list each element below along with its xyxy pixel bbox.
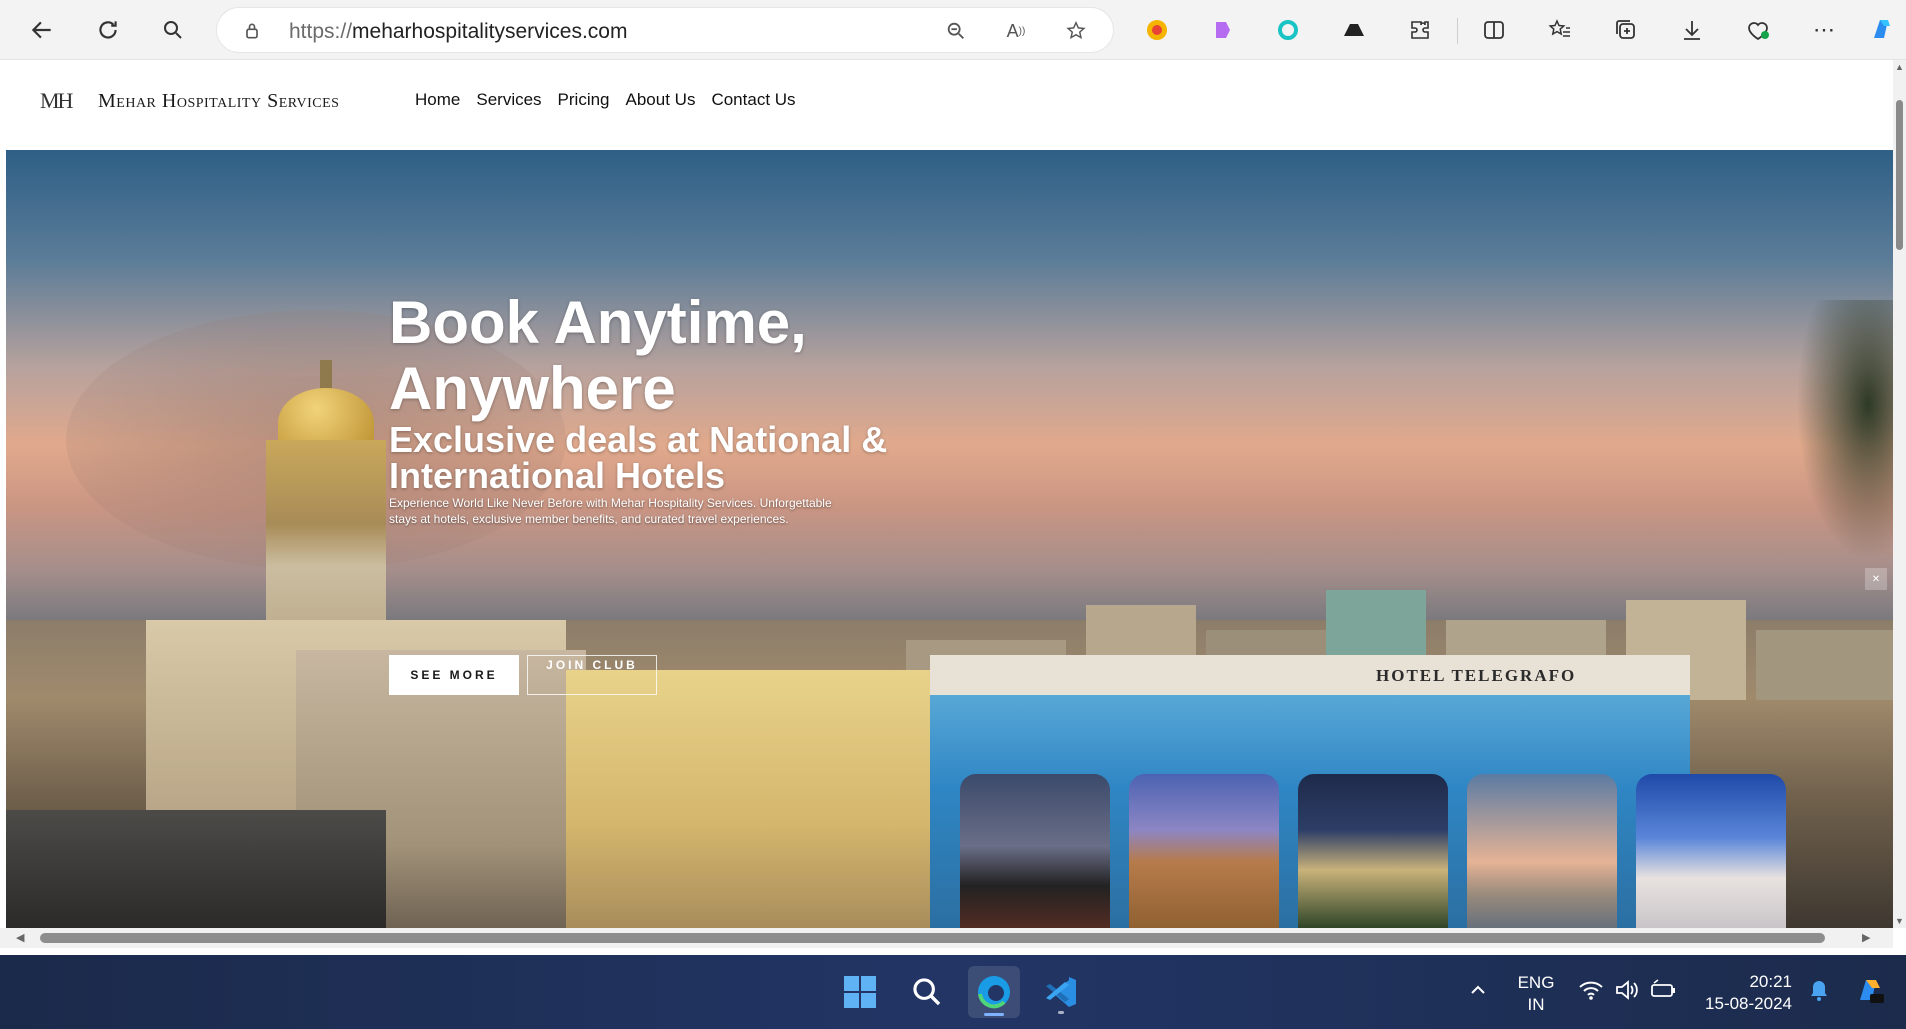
taskbar-vscode-icon[interactable] (1035, 966, 1087, 1018)
extension-dark-icon[interactable] (1338, 14, 1370, 46)
more-menu-icon[interactable]: ⋯ (1808, 14, 1840, 46)
volume-icon[interactable] (1612, 975, 1642, 1005)
browser-toolbar: https://meharhospitalityservices.com A))… (0, 0, 1906, 60)
collections-icon[interactable] (1610, 14, 1642, 46)
thumbnail-palm-resort[interactable] (960, 774, 1110, 928)
url-scheme: https:// (289, 20, 353, 43)
taskbar-search-icon[interactable] (901, 966, 953, 1018)
nav-home[interactable]: Home (415, 90, 460, 110)
region-code: IN (1527, 995, 1545, 1014)
hero-section: HOTEL TELEGRAFO Book Anytime, Anywhere E… (6, 150, 1893, 928)
browser-essentials-icon[interactable] (1742, 14, 1774, 46)
site-header: MH Mehar Hospitality Services Home Servi… (6, 60, 1893, 150)
thumbnail-taj-hotel[interactable] (1129, 774, 1279, 928)
vertical-scroll-thumb[interactable] (1896, 100, 1903, 250)
hotel-sign: HOTEL TELEGRAFO (1376, 666, 1577, 685)
show-hidden-icons-chevron-icon[interactable] (1463, 975, 1493, 1005)
web-page: MH Mehar Hospitality Services Home Servi… (0, 60, 1893, 928)
copilot-taskbar-icon[interactable] (1854, 975, 1884, 1005)
clock-time: 20:21 (1749, 972, 1792, 991)
read-aloud-icon[interactable]: A)) (1003, 18, 1029, 44)
see-more-button[interactable]: SEE MORE (389, 655, 519, 695)
join-club-button[interactable]: JOIN CLUB (527, 655, 657, 695)
hero-subtitle: Exclusive deals at National & Internatio… (389, 419, 888, 496)
clock[interactable]: 20:21 15-08-2024 (1692, 971, 1792, 1015)
capitol-spire (320, 360, 332, 390)
horizontal-scroll-thumb[interactable] (40, 933, 1825, 943)
language-indicator[interactable]: ENG IN (1516, 972, 1556, 1016)
thumbnail-night-hotel[interactable] (1298, 774, 1448, 928)
nav-contact-us[interactable]: Contact Us (711, 90, 795, 110)
address-bar[interactable]: https://meharhospitalityservices.com A)) (216, 7, 1114, 53)
site-logo[interactable]: MH (40, 88, 73, 114)
nav-about-us[interactable]: About Us (626, 90, 696, 110)
extension-flower-icon[interactable] (1141, 14, 1173, 46)
download-icon[interactable] (1676, 14, 1708, 46)
nav-pricing[interactable]: Pricing (558, 90, 610, 110)
hotel-thumbnails (960, 774, 1786, 928)
battery-icon[interactable] (1648, 975, 1678, 1005)
extensions-puzzle-icon[interactable] (1404, 14, 1436, 46)
nav-services[interactable]: Services (476, 90, 541, 110)
thumbnail-palace[interactable] (1636, 774, 1786, 928)
favorite-star-icon[interactable] (1063, 18, 1089, 44)
taskbar-edge-icon[interactable] (968, 966, 1020, 1018)
search-icon[interactable] (155, 12, 191, 48)
windows-taskbar: ENG IN 20:21 15-08-2024 (0, 955, 1906, 1029)
favorites-icon[interactable] (1544, 14, 1576, 46)
zoom-out-icon[interactable] (943, 18, 969, 44)
refresh-icon[interactable] (90, 12, 126, 48)
carousel-control-icon[interactable]: ✕ (1865, 568, 1887, 590)
split-screen-icon[interactable] (1478, 14, 1510, 46)
capitol-drum (266, 440, 386, 650)
url-text: https://meharhospitalityservices.com (289, 20, 627, 44)
hero-description: Experience World Like Never Before with … (389, 496, 832, 526)
scroll-down-icon[interactable]: ▼ (1895, 916, 1904, 926)
thumbnail-sunset-city[interactable] (1467, 774, 1617, 928)
language-code: ENG (1517, 973, 1555, 992)
horizontal-scrollbar[interactable]: ◀ ▶ (0, 928, 1893, 948)
hero-title: Book Anytime, Anywhere (389, 289, 807, 422)
extension-teal-icon[interactable] (1272, 14, 1304, 46)
street (6, 810, 386, 928)
toolbar-divider (1457, 18, 1458, 44)
scroll-up-icon[interactable]: ▲ (1895, 62, 1904, 72)
url-host: meharhospitalityservices.com (352, 20, 628, 43)
notification-bell-icon[interactable] (1804, 975, 1834, 1005)
start-button-windows-icon[interactable] (834, 966, 886, 1018)
clock-date: 15-08-2024 (1705, 994, 1792, 1013)
vertical-scrollbar[interactable]: ▲ ▼ (1893, 60, 1906, 928)
lock-icon[interactable] (239, 18, 265, 44)
scroll-right-icon[interactable]: ▶ (1862, 931, 1870, 944)
back-arrow-icon[interactable] (24, 12, 60, 48)
wifi-icon[interactable] (1576, 975, 1606, 1005)
yellow-building (566, 670, 946, 928)
extension-purple-icon[interactable] (1207, 14, 1239, 46)
main-nav: Home Services Pricing About Us Contact U… (415, 90, 796, 110)
palm-tree (1796, 300, 1893, 560)
brand-name[interactable]: Mehar Hospitality Services (98, 90, 339, 113)
copilot-icon[interactable] (1866, 14, 1898, 46)
scroll-left-icon[interactable]: ◀ (16, 931, 24, 944)
